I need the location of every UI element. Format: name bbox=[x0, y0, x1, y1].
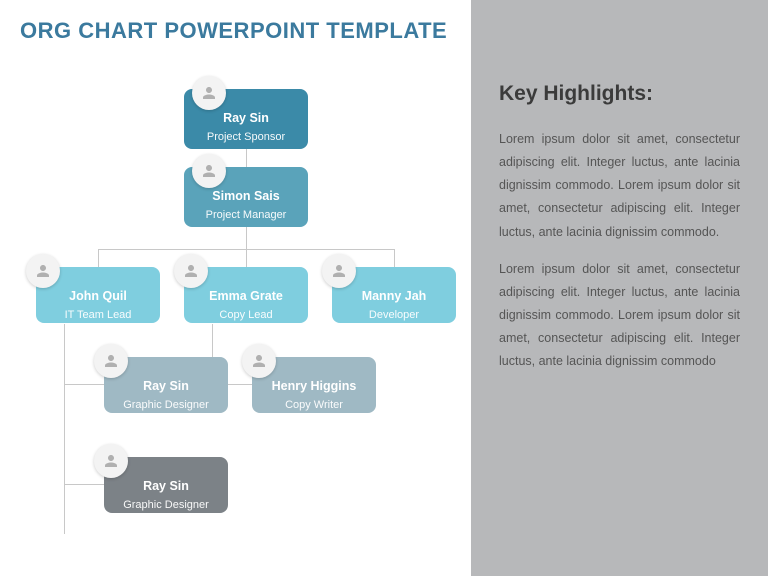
node-role: Graphic Designer bbox=[112, 499, 220, 511]
highlights-paragraph: Lorem ipsum dolor sit amet, consectetur … bbox=[499, 128, 740, 244]
person-icon bbox=[26, 254, 60, 288]
node-name: John Quil bbox=[44, 289, 152, 303]
person-icon bbox=[242, 344, 276, 378]
node-name: Emma Grate bbox=[192, 289, 300, 303]
person-icon bbox=[192, 154, 226, 188]
org-chart: Ray Sin Project Sponsor Simon Sais Proje… bbox=[20, 54, 451, 554]
highlights-panel: Key Highlights: Lorem ipsum dolor sit am… bbox=[471, 0, 768, 576]
connector bbox=[394, 249, 395, 267]
node-role: Developer bbox=[340, 309, 448, 321]
node-role: Copy Lead bbox=[192, 309, 300, 321]
highlights-paragraph: Lorem ipsum dolor sit amet, consectetur … bbox=[499, 258, 740, 374]
connector bbox=[98, 249, 99, 267]
connector bbox=[64, 384, 104, 385]
node-name: Henry Higgins bbox=[260, 379, 368, 393]
node-role: Graphic Designer bbox=[112, 399, 220, 411]
node-name: Ray Sin bbox=[112, 379, 220, 393]
person-icon bbox=[322, 254, 356, 288]
node-role: IT Team Lead bbox=[44, 309, 152, 321]
connector bbox=[246, 249, 247, 267]
connector bbox=[64, 324, 65, 534]
node-name: Ray Sin bbox=[192, 111, 300, 125]
node-role: Project Sponsor bbox=[192, 131, 300, 143]
connector bbox=[246, 227, 247, 249]
node-name: Simon Sais bbox=[192, 189, 300, 203]
node-role: Copy Writer bbox=[260, 399, 368, 411]
node-name: Manny Jah bbox=[340, 289, 448, 303]
node-role: Project Manager bbox=[192, 209, 300, 221]
highlights-heading: Key Highlights: bbox=[499, 82, 740, 106]
person-icon bbox=[174, 254, 208, 288]
connector bbox=[246, 149, 247, 167]
person-icon bbox=[192, 76, 226, 110]
person-icon bbox=[94, 444, 128, 478]
person-icon bbox=[94, 344, 128, 378]
node-name: Ray Sin bbox=[112, 479, 220, 493]
slide-title: ORG CHART POWERPOINT TEMPLATE bbox=[20, 18, 451, 44]
connector bbox=[64, 484, 104, 485]
